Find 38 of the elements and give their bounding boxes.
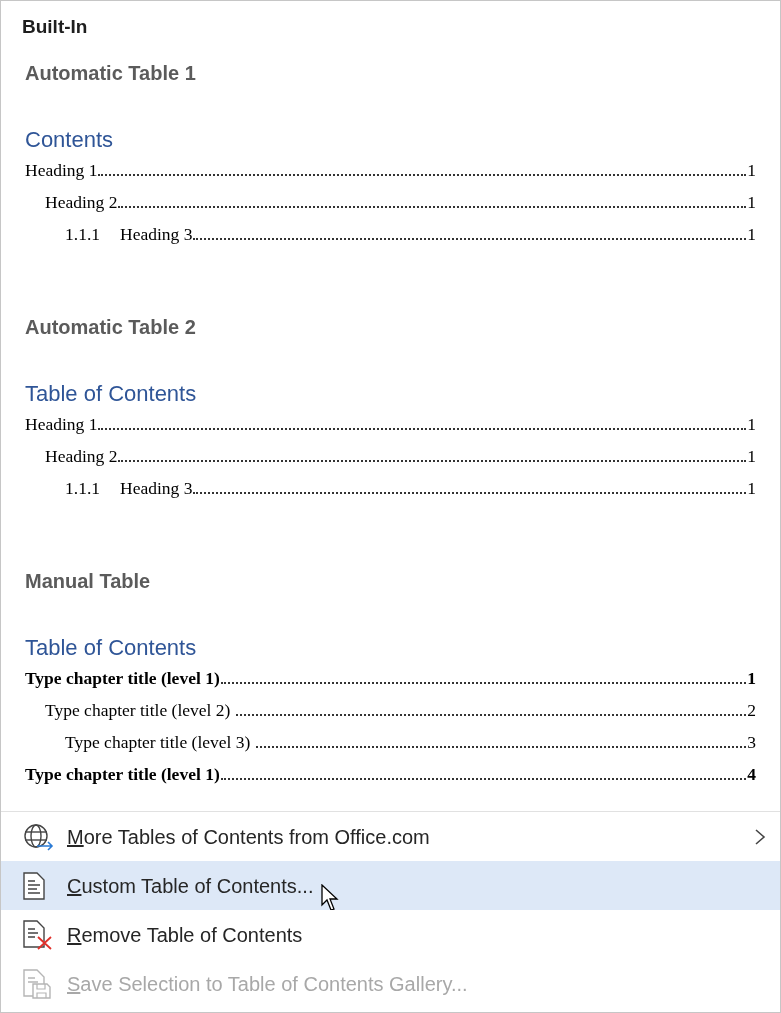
- page-number: 3: [747, 730, 756, 754]
- section-title: Manual Table: [25, 569, 151, 594]
- section-title: Automatic Table 1: [25, 61, 196, 86]
- document-icon: [23, 871, 45, 900]
- page-number: 4: [747, 762, 756, 786]
- document-save-icon: [23, 968, 51, 999]
- page-number: 1: [747, 412, 756, 436]
- page-number: 1: [747, 666, 756, 690]
- toc-title: Table of Contents: [25, 379, 197, 408]
- toc-entry-title: Heading 2: [45, 444, 118, 468]
- page-number: 1: [747, 190, 756, 214]
- page-number: 1: [747, 222, 756, 246]
- toc-entry-title: Type chapter title (level 3): [65, 730, 252, 754]
- page-number: 1: [747, 444, 756, 468]
- toc-entry-title: Heading 3: [120, 222, 193, 246]
- gallery-header: Built-In: [22, 14, 88, 39]
- mouse-pointer-icon: [321, 884, 341, 912]
- toc-style-option[interactable]: Manual Table Table of Contents Type chapter title (level 1) 1 Type chapter title (level 2) 2 Type chapter title (level 3) 3 Type chapter title (level 1) 4: [25, 561, 756, 790]
- toc-entry-title: Heading 3: [120, 476, 193, 500]
- toc-entry-title: Heading 2: [45, 190, 118, 214]
- globe-icon: [23, 822, 55, 851]
- toc-entry-title: Type chapter title (level 1): [25, 666, 220, 690]
- toc-entry-title: Type chapter title (level 1): [25, 762, 220, 786]
- toc-entry-title: Type chapter title (level 2): [45, 698, 232, 722]
- toc-entry-title: Heading 1: [25, 412, 98, 436]
- document-remove-icon: [23, 919, 53, 950]
- menu-item[interactable]: Custom Table of Contents...: [1, 861, 780, 910]
- page-number: 2: [747, 698, 756, 722]
- toc-style-option[interactable]: Automatic Table 2 Table of Contents Heading 1 1 Heading 2 1 1.1.1 Heading 3 1: [25, 307, 756, 504]
- heading-number: 1.1.1: [65, 222, 100, 246]
- toc-title: Table of Contents: [25, 633, 197, 662]
- section-title: Automatic Table 2: [25, 315, 196, 340]
- page-number: 1: [747, 476, 756, 500]
- toc-entry-title: Heading 1: [25, 158, 98, 182]
- toc-style-option[interactable]: Automatic Table 1 Contents Heading 1 1 Heading 2 1 1.1.1 Heading 3 1: [25, 53, 756, 250]
- heading-number: 1.1.1: [65, 476, 100, 500]
- page-number: 1: [747, 158, 756, 182]
- toc-title: Contents: [25, 125, 114, 154]
